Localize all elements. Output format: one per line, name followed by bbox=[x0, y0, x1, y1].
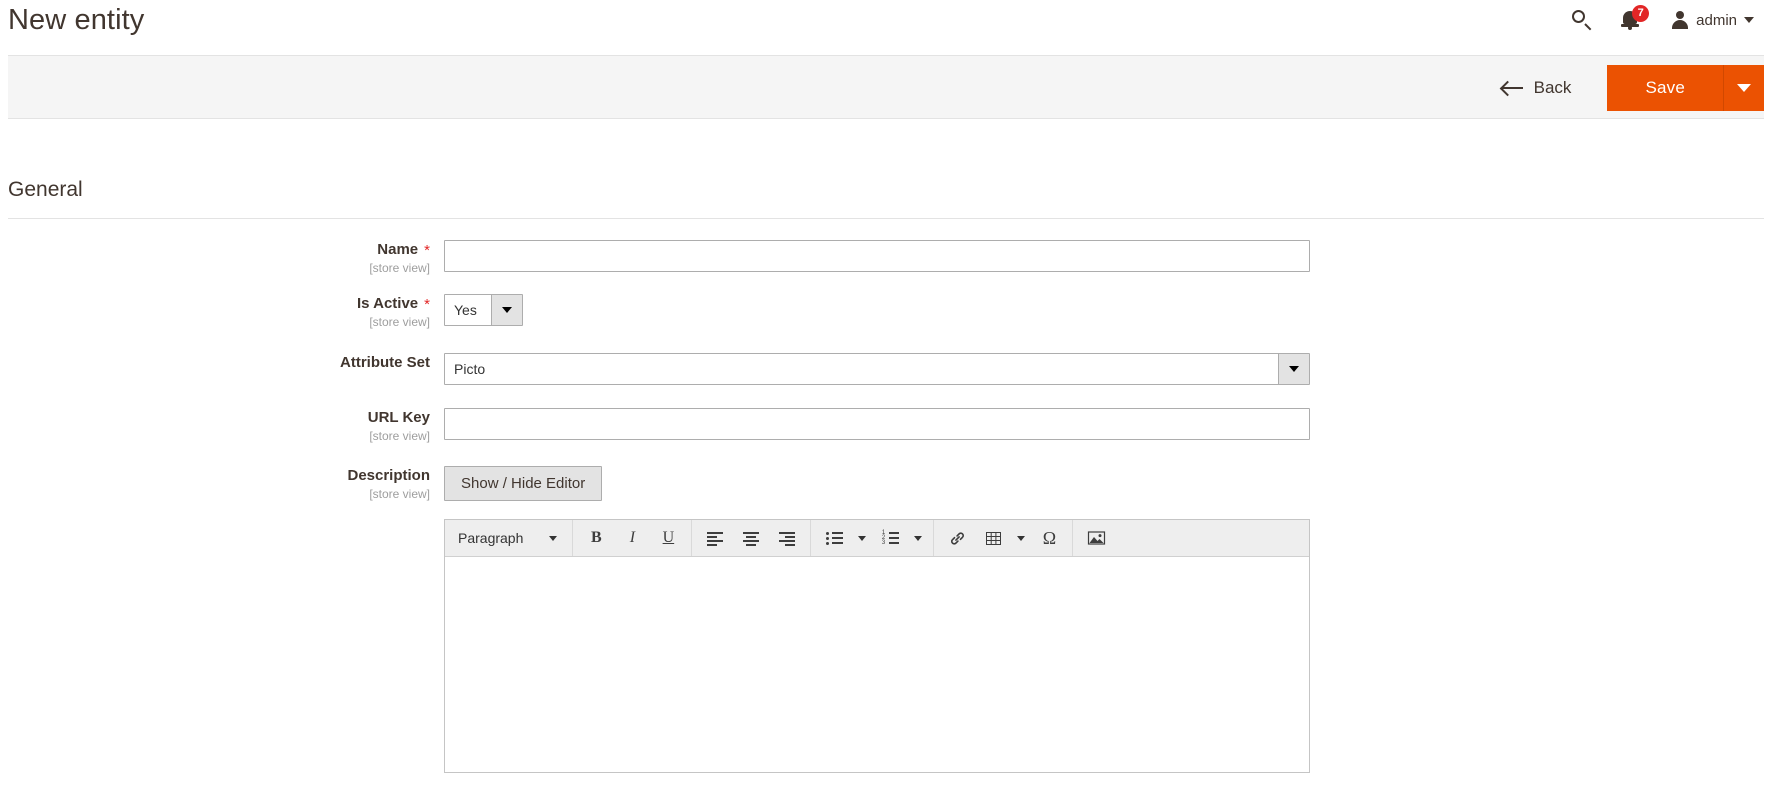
is-active-select[interactable]: Yes bbox=[444, 294, 523, 326]
bold-icon[interactable]: B bbox=[578, 524, 614, 552]
page-header: New entity 7 admin bbox=[0, 0, 1772, 46]
is-active-dropdown-arrow[interactable] bbox=[491, 295, 522, 325]
align-right-icon[interactable] bbox=[769, 524, 805, 552]
field-row-url-key: URL Key [store view] bbox=[0, 408, 1772, 444]
editor-content-area[interactable] bbox=[445, 557, 1309, 772]
notifications-button[interactable]: 7 bbox=[1607, 0, 1661, 40]
field-label-name: Name * [store view] bbox=[0, 240, 430, 276]
notification-count-badge: 7 bbox=[1632, 5, 1650, 22]
is-active-selected-value: Yes bbox=[454, 302, 477, 318]
field-label-description-text: Description bbox=[347, 467, 430, 484]
required-marker: * bbox=[424, 242, 430, 259]
editor-group-lists: 123 bbox=[811, 520, 935, 556]
numbered-list-dropdown[interactable] bbox=[908, 524, 928, 552]
special-character-icon[interactable]: Ω bbox=[1031, 524, 1067, 552]
section-divider bbox=[8, 218, 1764, 219]
caret-down-icon bbox=[502, 307, 512, 313]
header-tools: 7 admin bbox=[1557, 0, 1760, 40]
field-control-name bbox=[430, 240, 1772, 272]
chevron-down-icon bbox=[1744, 17, 1754, 23]
save-button-group: Save bbox=[1607, 65, 1764, 111]
field-scope-description: [store view] bbox=[369, 487, 430, 501]
field-control-is-active: Yes bbox=[430, 294, 1772, 326]
chevron-down-icon bbox=[1017, 535, 1026, 541]
chevron-down-icon bbox=[858, 535, 867, 541]
attribute-set-dropdown-arrow[interactable] bbox=[1278, 354, 1309, 384]
field-row-description: Description [store view] Show / Hide Edi… bbox=[0, 466, 1772, 773]
back-button[interactable]: Back bbox=[1476, 78, 1598, 98]
align-left-icon[interactable] bbox=[697, 524, 733, 552]
editor-group-text-style: B I U bbox=[573, 520, 693, 556]
required-marker: * bbox=[424, 296, 430, 313]
user-menu[interactable]: admin bbox=[1661, 11, 1760, 29]
save-options-toggle[interactable] bbox=[1723, 65, 1764, 111]
wysiwyg-editor: Paragraph B I U 1 2 3 Ω bbox=[444, 519, 1310, 773]
link-icon[interactable] bbox=[939, 524, 975, 552]
back-button-label: Back bbox=[1533, 78, 1572, 97]
page-title: New entity bbox=[8, 4, 145, 36]
field-label-name-text: Name bbox=[377, 241, 419, 258]
field-control-url-key bbox=[430, 408, 1772, 440]
show-hide-editor-button[interactable]: Show / Hide Editor bbox=[444, 466, 603, 501]
attribute-set-selected-value: Picto bbox=[454, 361, 486, 377]
field-control-description: Show / Hide Editor Paragraph B I U 1 2 3… bbox=[430, 466, 1772, 773]
user-name-label: admin bbox=[1696, 11, 1737, 29]
chevron-down-icon bbox=[549, 535, 558, 541]
caret-down-icon bbox=[1289, 366, 1299, 372]
page-actions-bar: Back Save bbox=[8, 55, 1764, 119]
field-scope-name: [store view] bbox=[369, 261, 430, 275]
field-scope-url-key: [store view] bbox=[369, 429, 430, 443]
field-label-url-key: URL Key [store view] bbox=[0, 408, 430, 444]
editor-group-media bbox=[1073, 520, 1119, 556]
field-label-attribute-set-text: Attribute Set bbox=[340, 354, 430, 371]
table-icon[interactable] bbox=[975, 524, 1011, 552]
field-label-description: Description [store view] bbox=[0, 466, 430, 502]
editor-group-alignment bbox=[692, 520, 812, 556]
search-button[interactable] bbox=[1557, 0, 1607, 40]
table-dropdown[interactable] bbox=[1011, 524, 1031, 552]
save-button[interactable]: Save bbox=[1607, 65, 1723, 111]
field-label-url-key-text: URL Key bbox=[367, 409, 430, 426]
insert-image-icon[interactable] bbox=[1078, 524, 1114, 552]
underline-icon[interactable]: U bbox=[650, 524, 686, 552]
general-form: Name * [store view] Is Active * [store vie… bbox=[0, 240, 1772, 791]
field-row-attribute-set: Attribute Set Picto bbox=[0, 353, 1772, 385]
url-key-input[interactable] bbox=[444, 408, 1310, 440]
chevron-down-icon bbox=[1737, 84, 1751, 92]
user-avatar-icon bbox=[1671, 11, 1689, 29]
field-label-is-active-text: Is Active bbox=[357, 295, 419, 312]
numbered-list-icon[interactable]: 123 bbox=[872, 524, 908, 552]
chevron-down-icon bbox=[914, 535, 923, 541]
editor-group-format: Paragraph bbox=[447, 520, 574, 556]
arrow-left-icon bbox=[1501, 81, 1523, 95]
bullet-list-icon[interactable] bbox=[816, 524, 852, 552]
field-label-is-active: Is Active * [store view] bbox=[0, 294, 430, 330]
search-icon bbox=[1571, 9, 1593, 31]
field-row-is-active: Is Active * [store view] Yes bbox=[0, 294, 1772, 330]
name-input[interactable] bbox=[444, 240, 1310, 272]
align-center-icon[interactable] bbox=[733, 524, 769, 552]
format-select[interactable]: Paragraph bbox=[452, 524, 567, 552]
field-control-attribute-set: Picto bbox=[430, 353, 1772, 385]
page-actions-inner: Back Save bbox=[1476, 56, 1764, 120]
format-select-value: Paragraph bbox=[458, 530, 524, 546]
section-title-general: General bbox=[8, 178, 83, 201]
attribute-set-select[interactable]: Picto bbox=[444, 353, 1310, 385]
bell-icon: 7 bbox=[1621, 5, 1650, 33]
editor-group-insert: Ω bbox=[934, 520, 1074, 556]
field-label-attribute-set: Attribute Set bbox=[0, 353, 430, 372]
bullet-list-dropdown[interactable] bbox=[852, 524, 872, 552]
field-row-name: Name * [store view] bbox=[0, 240, 1772, 276]
italic-icon[interactable]: I bbox=[614, 524, 650, 552]
editor-toolbar: Paragraph B I U 1 2 3 Ω bbox=[445, 520, 1309, 557]
field-scope-is-active: [store view] bbox=[369, 315, 430, 329]
